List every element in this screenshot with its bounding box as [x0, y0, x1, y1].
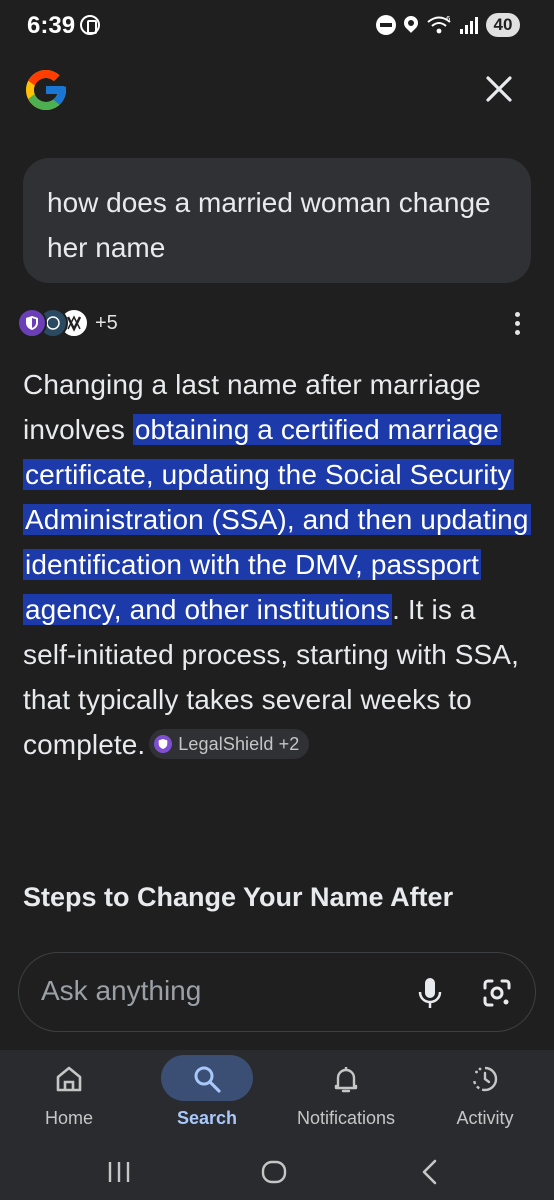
- section-heading: Steps to Change Your Name After: [23, 882, 454, 912]
- legalshield-citation-icon: [154, 735, 173, 753]
- ai-answer-text: Changing a last name after marriage invo…: [23, 362, 533, 767]
- nav-notifications[interactable]: Notifications: [277, 1050, 415, 1142]
- more-dot-icon: [514, 329, 520, 335]
- location-icon: [404, 16, 418, 34]
- back-chevron-icon: [422, 1159, 437, 1185]
- battery-indicator: 40: [486, 13, 520, 37]
- voice-search-button[interactable]: [412, 973, 448, 1013]
- microphone-icon: [418, 978, 442, 1008]
- sources-row[interactable]: +5: [17, 306, 118, 340]
- app-screen: 6:39 6 40 how does a married woman chang…: [0, 0, 554, 1200]
- bell-icon: [329, 1062, 363, 1096]
- recent-apps-icon: [108, 1162, 130, 1182]
- screen-record-icon: [80, 15, 100, 35]
- more-options-button[interactable]: [502, 308, 532, 338]
- nav-home-label: Home: [44, 1108, 93, 1128]
- more-dot-icon: [514, 320, 520, 326]
- legalshield-source-icon: [17, 308, 47, 338]
- lens-search-button[interactable]: [477, 973, 517, 1013]
- citation-chip[interactable]: LegalShield +2: [149, 729, 310, 759]
- do-not-disturb-icon: [376, 15, 396, 35]
- nav-activity[interactable]: Activity: [416, 1050, 554, 1142]
- close-icon: [486, 76, 512, 102]
- status-bar: 6:39 6 40: [0, 0, 554, 50]
- nav-search[interactable]: Search: [138, 1050, 276, 1142]
- activity-icon: [468, 1062, 502, 1096]
- ask-input[interactable]: [41, 975, 371, 1007]
- status-icons: 6 40: [376, 12, 520, 38]
- bottom-navigation: Home Search Notifications Activity: [0, 1050, 554, 1142]
- citation-label: LegalShield +2: [178, 734, 300, 754]
- query-text: how does a married woman change her name: [47, 187, 491, 263]
- nav-home[interactable]: Home: [0, 1050, 138, 1142]
- query-bubble: how does a married woman change her name: [23, 158, 531, 283]
- home-icon: [52, 1062, 86, 1096]
- signal-icon: [460, 16, 478, 34]
- nav-notifications-label: Notifications: [296, 1108, 396, 1128]
- nav-activity-label: Activity: [456, 1108, 514, 1128]
- ask-bar[interactable]: [18, 952, 536, 1032]
- home-system-button[interactable]: [252, 1152, 296, 1192]
- search-icon: [190, 1062, 224, 1096]
- lens-icon: [483, 979, 511, 1007]
- back-button[interactable]: [408, 1152, 452, 1192]
- more-dot-icon: [514, 311, 520, 317]
- home-circle-icon: [261, 1160, 287, 1184]
- svg-text:6: 6: [446, 15, 451, 23]
- nav-search-label: Search: [176, 1108, 238, 1128]
- system-navigation-bar: [0, 1142, 554, 1200]
- status-time: 6:39: [27, 12, 76, 39]
- recent-apps-button[interactable]: [97, 1152, 141, 1192]
- sources-more-count: +5: [95, 311, 118, 334]
- wifi-icon: 6: [427, 15, 451, 34]
- google-logo-icon: [26, 70, 66, 110]
- close-button[interactable]: [478, 68, 520, 110]
